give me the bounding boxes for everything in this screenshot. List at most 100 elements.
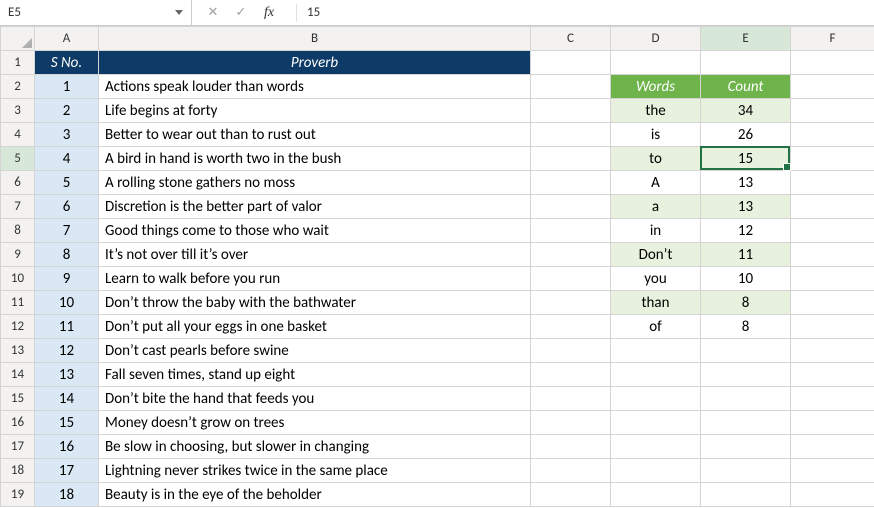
proverbs-header-proverb[interactable]: Proverb (99, 51, 531, 75)
cell-empty[interactable] (791, 171, 874, 195)
wordcount-count[interactable]: 13 (701, 195, 791, 219)
cell-empty[interactable] (531, 435, 611, 459)
row-header-6[interactable]: 6 (1, 171, 35, 195)
cell-empty[interactable] (531, 99, 611, 123)
proverb-text[interactable]: Learn to walk before you run (99, 267, 531, 291)
row-header-2[interactable]: 2 (1, 75, 35, 99)
col-header-F[interactable]: F (791, 27, 874, 51)
wordcount-word[interactable]: is (611, 123, 701, 147)
row-header-10[interactable]: 10 (1, 267, 35, 291)
wordcount-count[interactable]: 13 (701, 171, 791, 195)
proverb-sno[interactable]: 18 (35, 483, 99, 507)
row-header-8[interactable]: 8 (1, 219, 35, 243)
wordcount-count[interactable]: 15 (701, 147, 791, 171)
proverb-sno[interactable]: 5 (35, 171, 99, 195)
cell-empty[interactable] (791, 75, 874, 99)
cell-empty[interactable] (701, 483, 791, 507)
cell-empty[interactable] (611, 363, 701, 387)
wordcount-header-words[interactable]: Words (611, 75, 701, 99)
cell-empty[interactable] (611, 51, 701, 75)
proverb-sno[interactable]: 9 (35, 267, 99, 291)
wordcount-count[interactable]: 34 (701, 99, 791, 123)
row-header-11[interactable]: 11 (1, 291, 35, 315)
row-header-16[interactable]: 16 (1, 411, 35, 435)
row-header-15[interactable]: 15 (1, 387, 35, 411)
cell-empty[interactable] (531, 387, 611, 411)
proverb-text[interactable]: Life begins at forty (99, 99, 531, 123)
proverb-sno[interactable]: 7 (35, 219, 99, 243)
proverb-sno[interactable]: 4 (35, 147, 99, 171)
cell-empty[interactable] (531, 123, 611, 147)
row-header-13[interactable]: 13 (1, 339, 35, 363)
cell-empty[interactable] (611, 459, 701, 483)
cell-empty[interactable] (701, 339, 791, 363)
cell-empty[interactable] (791, 291, 874, 315)
cell-empty[interactable] (791, 459, 874, 483)
proverb-text[interactable]: Don’t bite the hand that feeds you (99, 387, 531, 411)
proverb-sno[interactable]: 14 (35, 387, 99, 411)
proverb-sno[interactable]: 16 (35, 435, 99, 459)
proverb-sno[interactable]: 17 (35, 459, 99, 483)
col-header-A[interactable]: A (35, 27, 99, 51)
row-header-5[interactable]: 5 (1, 147, 35, 171)
proverb-text[interactable]: Don’t put all your eggs in one basket (99, 315, 531, 339)
wordcount-count[interactable]: 11 (701, 243, 791, 267)
proverb-sno[interactable]: 2 (35, 99, 99, 123)
cell-empty[interactable] (701, 51, 791, 75)
cell-empty[interactable] (531, 315, 611, 339)
proverb-sno[interactable]: 11 (35, 315, 99, 339)
cell-empty[interactable] (611, 387, 701, 411)
proverb-text[interactable]: Good things come to those who wait (99, 219, 531, 243)
col-header-E[interactable]: E (701, 27, 791, 51)
proverb-text[interactable]: Money doesn’t grow on trees (99, 411, 531, 435)
cell-empty[interactable] (791, 99, 874, 123)
cell-empty[interactable] (701, 411, 791, 435)
row-header-4[interactable]: 4 (1, 123, 35, 147)
formula-input[interactable]: 15 (297, 5, 874, 20)
cell-empty[interactable] (531, 171, 611, 195)
proverb-text[interactable]: It’s not over till it’s over (99, 243, 531, 267)
cell-empty[interactable] (791, 219, 874, 243)
proverb-sno[interactable]: 13 (35, 363, 99, 387)
proverb-sno[interactable]: 1 (35, 75, 99, 99)
cell-empty[interactable] (791, 123, 874, 147)
cell-empty[interactable] (531, 75, 611, 99)
row-header-7[interactable]: 7 (1, 195, 35, 219)
col-header-C[interactable]: C (531, 27, 611, 51)
wordcount-word[interactable]: in (611, 219, 701, 243)
cell-empty[interactable] (611, 411, 701, 435)
cell-empty[interactable] (531, 267, 611, 291)
wordcount-word[interactable]: Don’t (611, 243, 701, 267)
proverb-text[interactable]: Be slow in choosing, but slower in chang… (99, 435, 531, 459)
cell-empty[interactable] (531, 219, 611, 243)
name-box-wrap[interactable]: E5 (0, 0, 192, 25)
row-header-1[interactable]: 1 (1, 51, 35, 75)
cell-empty[interactable] (791, 315, 874, 339)
wordcount-count[interactable]: 26 (701, 123, 791, 147)
select-all-corner[interactable] (1, 27, 35, 51)
cell-empty[interactable] (611, 435, 701, 459)
row-header-3[interactable]: 3 (1, 99, 35, 123)
cell-empty[interactable] (531, 459, 611, 483)
proverb-text[interactable]: Discretion is the better part of valor (99, 195, 531, 219)
cancel-icon[interactable]: ✕ (204, 5, 222, 20)
cell-empty[interactable] (531, 363, 611, 387)
cell-empty[interactable] (531, 147, 611, 171)
proverb-sno[interactable]: 3 (35, 123, 99, 147)
cell-empty[interactable] (791, 147, 874, 171)
cell-empty[interactable] (531, 339, 611, 363)
cell-empty[interactable] (531, 411, 611, 435)
cell-empty[interactable] (791, 435, 874, 459)
row-header-18[interactable]: 18 (1, 459, 35, 483)
proverb-text[interactable]: Don’t throw the baby with the bathwater (99, 291, 531, 315)
proverb-text[interactable]: Actions speak louder than words (99, 75, 531, 99)
cell-empty[interactable] (791, 195, 874, 219)
proverb-sno[interactable]: 12 (35, 339, 99, 363)
row-header-17[interactable]: 17 (1, 435, 35, 459)
wordcount-count[interactable]: 10 (701, 267, 791, 291)
cell-empty[interactable] (531, 243, 611, 267)
fx-icon[interactable]: fx (260, 5, 278, 21)
cell-empty[interactable] (791, 51, 874, 75)
enter-icon[interactable]: ✓ (232, 5, 250, 20)
cell-empty[interactable] (701, 387, 791, 411)
